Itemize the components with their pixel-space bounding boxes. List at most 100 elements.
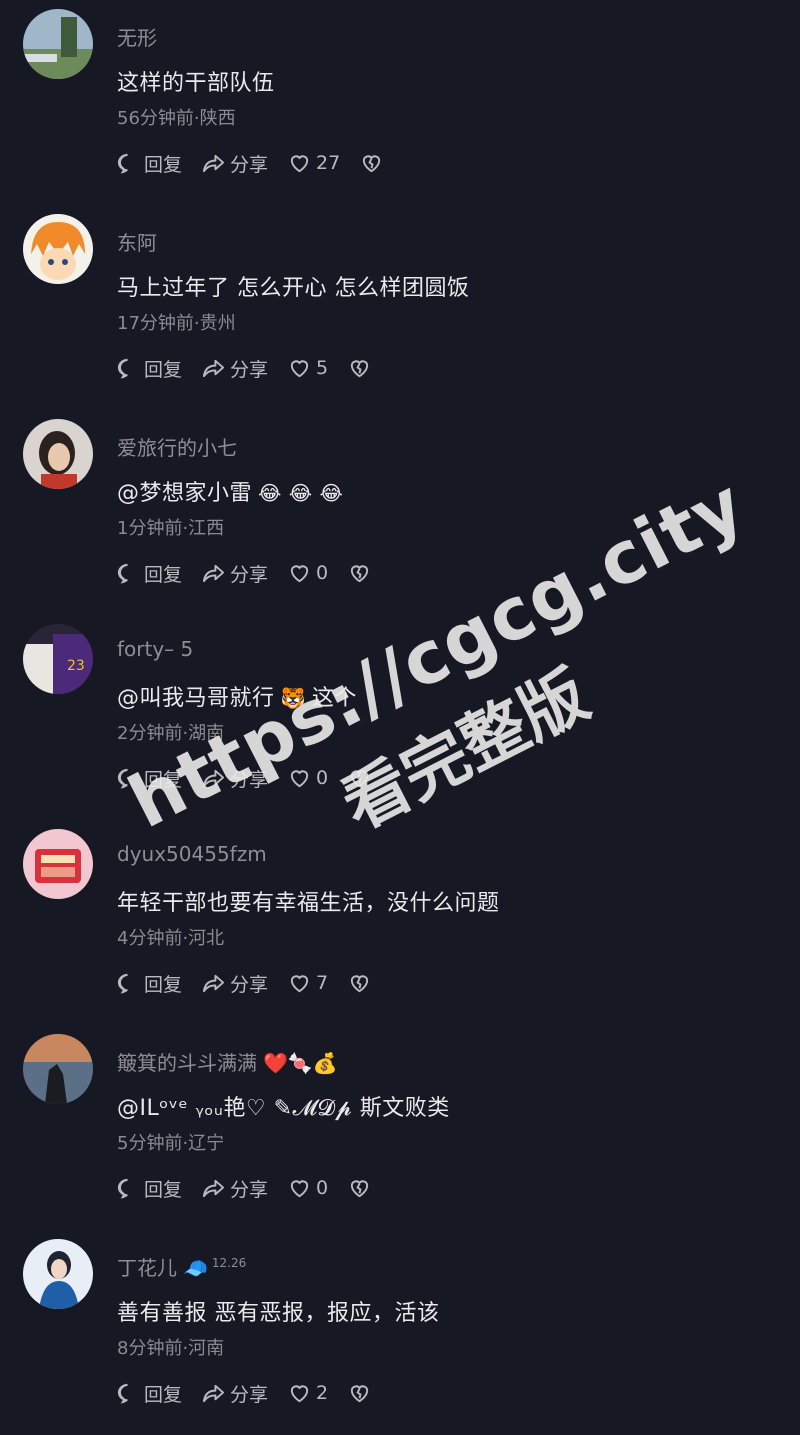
comment-item: dyux50455fzm 年轻干部也要有幸福生活，没什么问题 4分钟前·河北 回… bbox=[0, 820, 800, 1025]
share-button[interactable]: 分享 bbox=[202, 970, 268, 997]
heart-icon bbox=[290, 564, 309, 582]
share-button[interactable]: 分享 bbox=[202, 150, 268, 177]
broken-heart-icon bbox=[350, 769, 369, 787]
heart-icon bbox=[290, 769, 309, 787]
comment-actions: 回复 分享 0 bbox=[116, 763, 391, 793]
like-button[interactable]: 0 bbox=[288, 562, 328, 585]
reply-button[interactable]: 回复 bbox=[116, 765, 182, 792]
comment-text: @梦想家小雷 😂 😂 😂 bbox=[117, 481, 344, 506]
cap-icon: 🧢 bbox=[183, 1256, 208, 1280]
comment-actions: 回复 分享 0 bbox=[116, 1173, 391, 1203]
share-icon bbox=[202, 1384, 225, 1402]
share-icon bbox=[202, 564, 225, 582]
emoji: 🐯 bbox=[280, 686, 306, 710]
comment-meta: 2分钟前·湖南 bbox=[117, 723, 225, 744]
share-button[interactable]: 分享 bbox=[202, 355, 268, 382]
username[interactable]: 东阿 bbox=[117, 227, 157, 256]
username[interactable]: forty– 5 bbox=[117, 637, 193, 661]
comment-text: 善有善报 恶有恶报，报应，活该 bbox=[117, 1301, 440, 1326]
reply-icon bbox=[117, 768, 128, 789]
reply-icon bbox=[117, 358, 128, 379]
reply-button[interactable]: 回复 bbox=[116, 560, 182, 587]
username[interactable]: 丁花儿 🧢 12.26 bbox=[117, 1252, 246, 1281]
comment-actions: 回复 分享 5 bbox=[116, 353, 391, 383]
dislike-button[interactable] bbox=[348, 1382, 371, 1405]
username-emoji: ❤️🍬💰 bbox=[263, 1051, 338, 1075]
avatar[interactable]: 23 bbox=[23, 624, 93, 694]
comment-meta: 56分钟前·陕西 bbox=[117, 108, 236, 129]
comment-text: @叫我马哥就行 🐯 这个 bbox=[117, 686, 357, 711]
like-button[interactable]: 7 bbox=[288, 972, 328, 995]
badge-number: 12.26 bbox=[211, 1256, 247, 1271]
broken-heart-icon bbox=[350, 564, 369, 582]
comment-meta: 5分钟前·辽宁 bbox=[117, 1133, 225, 1154]
dislike-button[interactable] bbox=[348, 357, 371, 380]
avatar[interactable] bbox=[23, 1239, 93, 1309]
broken-heart-icon bbox=[363, 154, 381, 172]
dislike-button[interactable] bbox=[348, 562, 371, 585]
reply-button[interactable]: 回复 bbox=[116, 1175, 182, 1202]
dislike-button[interactable] bbox=[348, 972, 371, 995]
heart-icon bbox=[290, 154, 309, 172]
share-button[interactable]: 分享 bbox=[202, 560, 268, 587]
share-icon bbox=[202, 154, 225, 172]
avatar[interactable] bbox=[23, 419, 93, 489]
heart-icon bbox=[290, 359, 309, 377]
comment-meta: 1分钟前·江西 bbox=[117, 518, 225, 539]
username[interactable]: 爱旅行的小七 bbox=[117, 432, 237, 461]
like-button[interactable]: 5 bbox=[288, 357, 328, 380]
avatar[interactable] bbox=[23, 829, 93, 899]
comment-actions: 回复 分享 0 bbox=[116, 558, 391, 588]
username[interactable]: 簸箕的斗斗满满 ❤️🍬💰 bbox=[117, 1047, 338, 1076]
share-icon bbox=[202, 359, 225, 377]
dislike-button[interactable] bbox=[360, 152, 383, 175]
avatar[interactable] bbox=[23, 9, 93, 79]
username[interactable]: 无形 bbox=[117, 22, 157, 51]
comment-meta: 4分钟前·河北 bbox=[117, 928, 225, 949]
broken-heart-icon bbox=[350, 974, 369, 992]
comment-text: 马上过年了 怎么开心 怎么样团圆饭 bbox=[117, 276, 470, 301]
like-button[interactable]: 27 bbox=[288, 152, 340, 175]
comment-item: 23 forty– 5 @叫我马哥就行 🐯 这个 2分钟前·湖南 回复 分享 0 bbox=[0, 615, 800, 820]
avatar[interactable] bbox=[23, 214, 93, 284]
like-button[interactable]: 0 bbox=[288, 767, 328, 790]
comment-actions: 回复 分享 2 bbox=[116, 1378, 391, 1408]
share-button[interactable]: 分享 bbox=[202, 765, 268, 792]
like-button[interactable]: 2 bbox=[288, 1382, 328, 1405]
reply-icon bbox=[117, 1383, 128, 1404]
reply-icon bbox=[117, 563, 128, 584]
comment-item: 簸箕的斗斗满满 ❤️🍬💰 @ILᵒᵛᵉ ᵧₒᵤ艳♡ ✎𝓜𝓓𝓹 斯文败类 5分钟前·… bbox=[0, 1025, 800, 1230]
comment-meta: 17分钟前·贵州 bbox=[117, 313, 236, 334]
reply-icon bbox=[117, 153, 128, 174]
heart-icon bbox=[290, 1179, 309, 1197]
comment-item: 爱旅行的小七 @梦想家小雷 😂 😂 😂 1分钟前·江西 回复 分享 0 bbox=[0, 410, 800, 615]
share-icon bbox=[202, 769, 225, 787]
reply-icon bbox=[117, 1178, 128, 1199]
share-icon bbox=[202, 1179, 225, 1197]
reply-button[interactable]: 回复 bbox=[116, 1380, 182, 1407]
reply-button[interactable]: 回复 bbox=[116, 150, 182, 177]
broken-heart-icon bbox=[350, 359, 369, 377]
comment-actions: 回复 分享 7 bbox=[116, 968, 391, 998]
emoji: 😂 😂 😂 bbox=[258, 481, 344, 505]
username[interactable]: dyux50455fzm bbox=[117, 842, 267, 866]
reply-icon bbox=[117, 973, 128, 994]
comment-item: 无形 这样的干部队伍 56分钟前·陕西 回复 分享 27 bbox=[0, 0, 800, 205]
avatar[interactable] bbox=[23, 1034, 93, 1104]
comment-item: 东阿 马上过年了 怎么开心 怎么样团圆饭 17分钟前·贵州 回复 分享 5 bbox=[0, 205, 800, 410]
broken-heart-icon bbox=[350, 1179, 369, 1197]
share-button[interactable]: 分享 bbox=[202, 1175, 268, 1202]
comment-text: 年轻干部也要有幸福生活，没什么问题 bbox=[117, 891, 500, 916]
reply-button[interactable]: 回复 bbox=[116, 355, 182, 382]
dislike-button[interactable] bbox=[348, 767, 371, 790]
reply-button[interactable]: 回复 bbox=[116, 970, 182, 997]
svg-text:23: 23 bbox=[67, 658, 85, 674]
share-button[interactable]: 分享 bbox=[202, 1380, 268, 1407]
comment-meta: 8分钟前·河南 bbox=[117, 1338, 225, 1359]
comment-text: 这样的干部队伍 bbox=[117, 71, 275, 96]
comment-item: 丁花儿 🧢 12.26 善有善报 恶有恶报，报应，活该 8分钟前·河南 回复 分享 … bbox=[0, 1230, 800, 1435]
heart-icon bbox=[290, 1384, 309, 1402]
comment-actions: 回复 分享 27 bbox=[116, 148, 403, 178]
dislike-button[interactable] bbox=[348, 1177, 371, 1200]
like-button[interactable]: 0 bbox=[288, 1177, 328, 1200]
